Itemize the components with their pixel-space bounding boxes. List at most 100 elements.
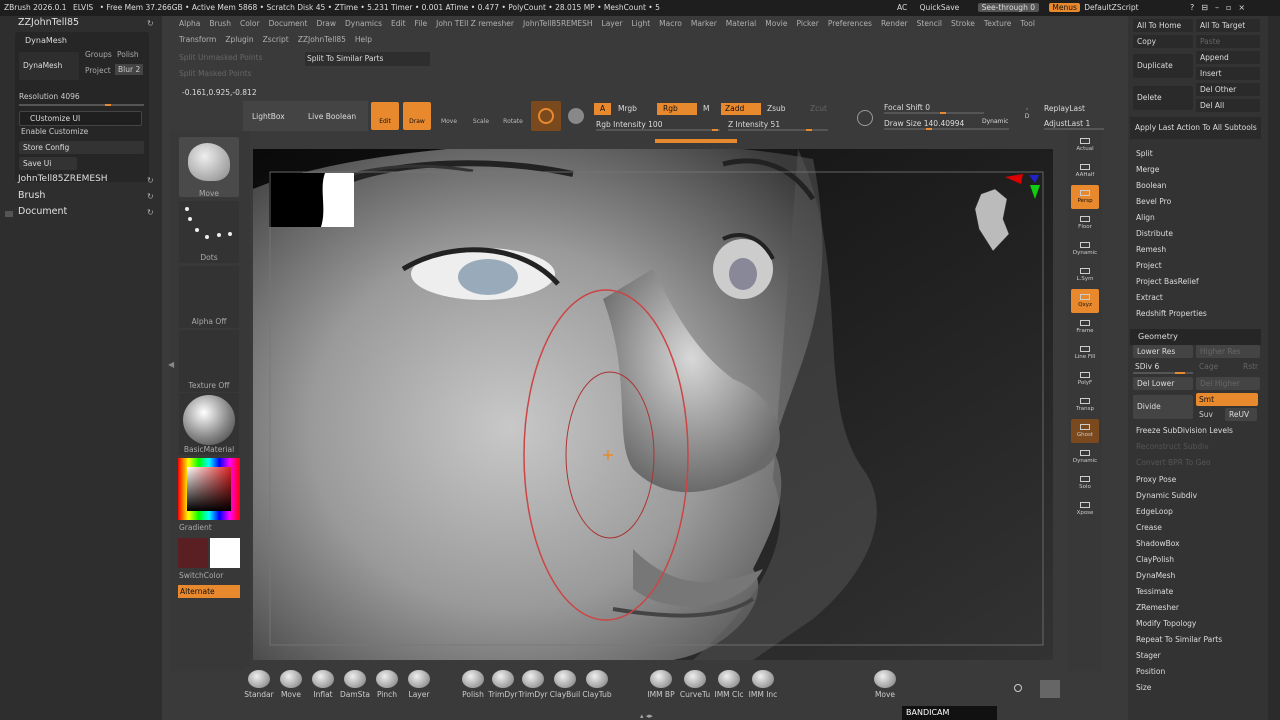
delete-button[interactable]: Delete [1133, 86, 1193, 110]
cage-button[interactable]: Cage [1199, 362, 1218, 371]
edit-button[interactable]: Edit [371, 102, 399, 130]
convert-bpr-button[interactable]: Convert BPR To Geo [1128, 455, 1211, 471]
menu-item-12[interactable]: Macro [659, 19, 682, 28]
scale-button[interactable]: Scale [467, 102, 495, 130]
menu-item-11[interactable]: Light [631, 19, 650, 28]
rstr-button[interactable]: Rstr [1243, 362, 1258, 371]
rotate-button[interactable]: Rotate [499, 102, 527, 130]
yin-yang-icon[interactable] [568, 108, 584, 124]
expand-bottom-icon[interactable]: ▴ ◂▸ [640, 712, 653, 720]
subtool-action-align[interactable]: Align [1128, 210, 1262, 226]
menu-item-16[interactable]: Picker [796, 19, 818, 28]
dynamesh-button[interactable]: DynaMesh [19, 52, 79, 80]
brush-standar[interactable]: Standar [243, 670, 275, 699]
groups-button[interactable]: Groups [85, 50, 112, 59]
refresh-icon[interactable]: ↻ [147, 176, 154, 185]
subtool-action-bevel-pro[interactable]: Bevel Pro [1128, 194, 1262, 210]
lower-res-button[interactable]: Lower Res [1133, 345, 1193, 358]
menu-item-17[interactable]: Preferences [828, 19, 872, 28]
menu-item-15[interactable]: Movie [765, 19, 787, 28]
brush-polish[interactable]: Polish [457, 670, 489, 699]
polish-button[interactable]: Polish [117, 50, 139, 59]
shelf-solo[interactable]: Solo [1071, 471, 1099, 495]
sdiv-slider[interactable]: SDiv 6 [1133, 361, 1193, 374]
zcut-button[interactable]: Zcut [810, 104, 827, 113]
menu-item-5[interactable]: Dynamics [345, 19, 382, 28]
reuv-button[interactable]: ReUV [1225, 408, 1257, 421]
geometry-item-dynamic-subdiv[interactable]: Dynamic Subdiv [1128, 488, 1262, 504]
menu-item-2[interactable]: Color [240, 19, 260, 28]
customize-ui-button[interactable]: CUstomize UI [19, 111, 142, 126]
subtool-action-project-basrelief[interactable]: Project BasRelief [1128, 274, 1262, 290]
menu-item-brush[interactable]: Brush [18, 190, 45, 201]
geometry-item-size[interactable]: Size [1128, 680, 1262, 696]
seethrough-slider[interactable]: See-through 0 [977, 3, 1039, 12]
menu-item-row2-0[interactable]: Transform [179, 35, 216, 44]
shelf-dynamic[interactable]: Dynamic [1071, 445, 1099, 469]
replay-last-button[interactable]: ReplayLast [1044, 104, 1085, 113]
split-unmasked-button[interactable]: Split Unmasked Points [179, 53, 262, 62]
shelf-ghost[interactable]: Ghost [1071, 419, 1099, 443]
d-button[interactable]: ◦ D [1020, 106, 1034, 128]
higher-res-button[interactable]: Higher Res [1196, 345, 1260, 358]
split-masked-button[interactable]: Split Masked Points [179, 69, 251, 78]
all-to-target-button[interactable]: All To Target [1196, 19, 1260, 32]
all-to-home-button[interactable]: All To Home [1133, 19, 1193, 32]
menu-item-row2-4[interactable]: Help [355, 35, 372, 44]
shelf-xpose[interactable]: Xpose [1071, 497, 1099, 521]
subtool-action-distribute[interactable]: Distribute [1128, 226, 1262, 242]
menu-item-0[interactable]: Alpha [179, 19, 200, 28]
switch-color-label[interactable]: SwitchColor [179, 571, 239, 580]
geometry-item-position[interactable]: Position [1128, 664, 1262, 680]
menu-item-20[interactable]: Stroke [951, 19, 975, 28]
window-controls[interactable]: ?⊟–▫× [1190, 3, 1252, 12]
collapse-left-icon[interactable]: ◀ [168, 360, 174, 369]
geometry-item-modify-topology[interactable]: Modify Topology [1128, 616, 1262, 632]
geometry-item-zremesher[interactable]: ZRemesher [1128, 600, 1262, 616]
focal-shift-slider[interactable]: Focal Shift 0 [884, 103, 984, 114]
suv-toggle[interactable]: Suv [1199, 410, 1213, 419]
subtool-action-split[interactable]: Split [1128, 146, 1262, 162]
subtool-action-extract[interactable]: Extract [1128, 290, 1262, 306]
brush-claytub[interactable]: ClayTub [581, 670, 613, 699]
shelf-l-sym[interactable]: L.Sym [1071, 263, 1099, 287]
mrgb-button[interactable]: Mrgb [618, 104, 637, 113]
geometry-item-claypolish[interactable]: ClayPolish [1128, 552, 1262, 568]
del-higher-button[interactable]: Del Higher [1196, 377, 1260, 390]
menu-item-9[interactable]: JohnTell85REMESH [523, 19, 593, 28]
duplicate-button[interactable]: Duplicate [1133, 54, 1193, 78]
project-button[interactable]: Project [85, 66, 111, 75]
insert-button[interactable]: Insert [1196, 67, 1260, 80]
brush-layer[interactable]: Layer [403, 670, 435, 699]
geometry-item-stager[interactable]: Stager [1128, 648, 1262, 664]
menu-item-row2-1[interactable]: Zplugin [225, 35, 253, 44]
defaultzscript-button[interactable]: DefaultZScript [1084, 3, 1138, 12]
alternate-button[interactable]: Alternate [178, 585, 240, 598]
menu-item-13[interactable]: Marker [691, 19, 717, 28]
menu-item-10[interactable]: Layer [602, 19, 623, 28]
divide-button[interactable]: Divide [1133, 395, 1193, 419]
geometry-item-tessimate[interactable]: Tessimate [1128, 584, 1262, 600]
menu-item-7[interactable]: File [415, 19, 428, 28]
menu-item-4[interactable]: Draw [316, 19, 336, 28]
brush-imm-clc[interactable]: IMM Clc [713, 670, 745, 699]
geometry-header[interactable]: Geometry [1130, 329, 1261, 345]
paste-button[interactable]: Paste [1196, 35, 1260, 48]
menu-item-8[interactable]: John TEll Z remesher [436, 19, 514, 28]
shelf-actual[interactable]: Actual [1071, 133, 1099, 157]
geometry-item-dynamesh[interactable]: DynaMesh [1128, 568, 1262, 584]
store-config-button[interactable]: Store Config [19, 141, 144, 154]
geometry-item-repeat-to-similar-parts[interactable]: Repeat To Similar Parts [1128, 632, 1262, 648]
menu-item-johntell-zremesh[interactable]: JohnTell85ZREMESH [18, 174, 108, 184]
dynamic-button[interactable]: Dynamic [982, 118, 1008, 125]
apply-last-action-button[interactable]: Apply Last Action To All Subtools [1130, 117, 1261, 139]
adjust-last-slider[interactable]: AdjustLast 1 [1044, 119, 1104, 130]
brush-imm-bp[interactable]: IMM BP [645, 670, 677, 699]
brush-imm-inc[interactable]: IMM Inc [747, 670, 779, 699]
refresh-icon[interactable]: ↻ [147, 208, 154, 217]
brush-move[interactable]: Move [275, 670, 307, 699]
menus-button[interactable]: Menus [1049, 3, 1080, 12]
reconstruct-subdiv-button[interactable]: Reconstruct Subdiv [1128, 439, 1209, 455]
brush-move[interactable]: Move [869, 670, 901, 699]
subtool-action-merge[interactable]: Merge [1128, 162, 1262, 178]
